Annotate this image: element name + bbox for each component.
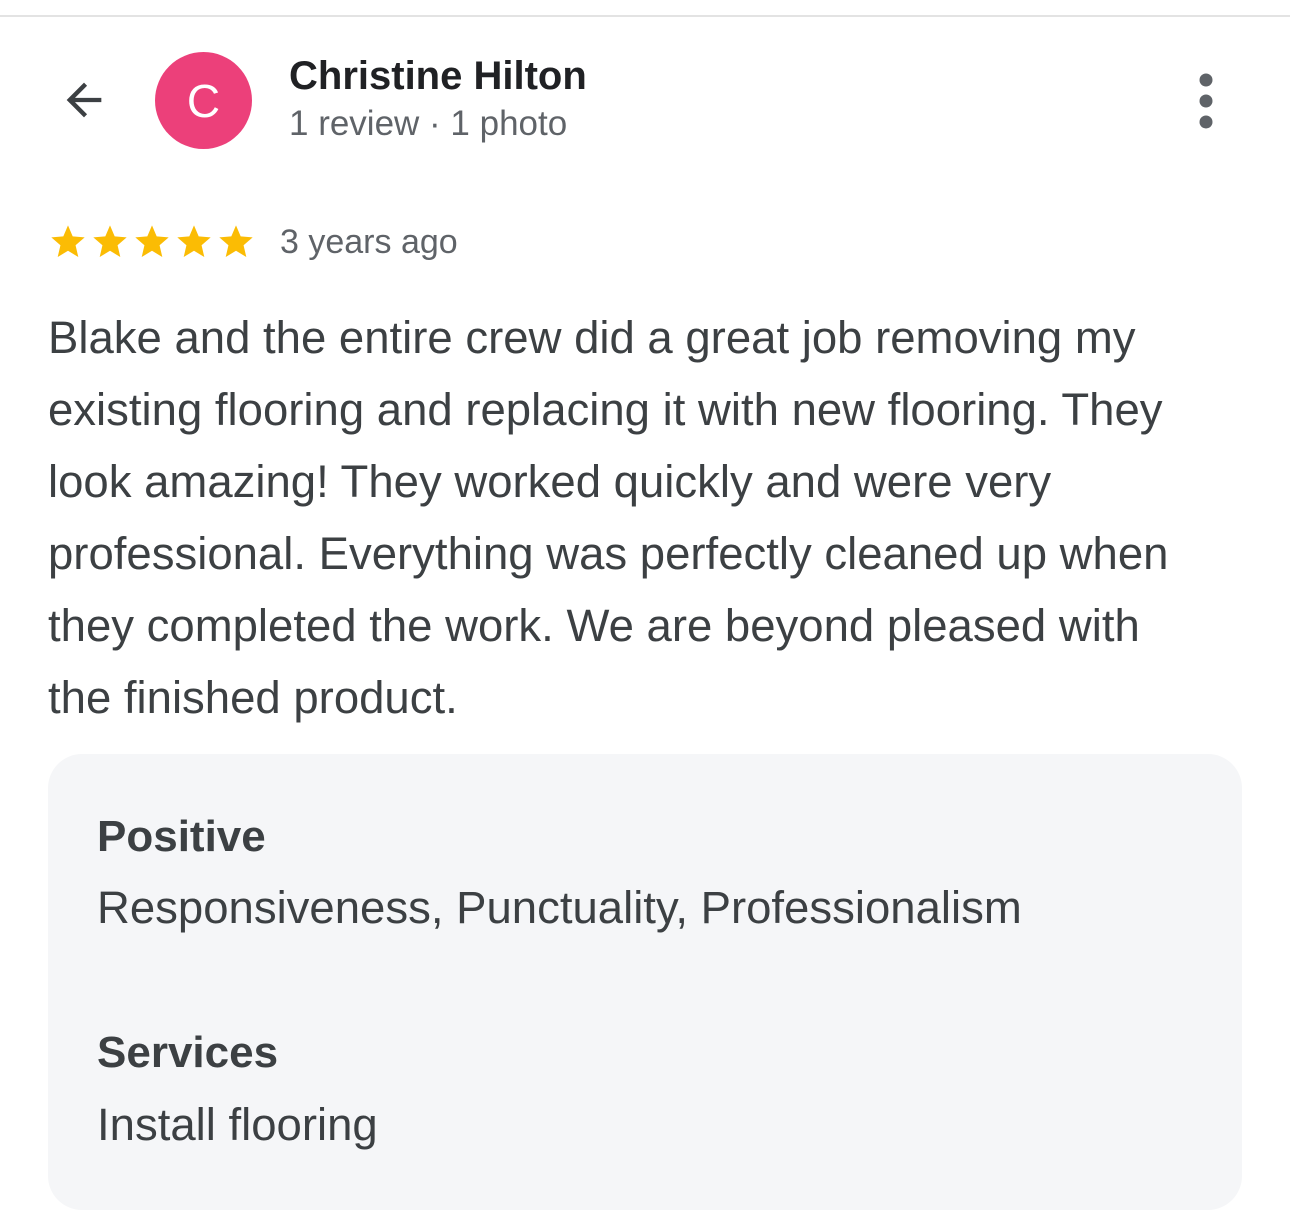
review-text-line: professional. Everything was perfectly c…: [48, 528, 1169, 579]
arrow-back-icon: [66, 82, 102, 118]
positive-heading: Positive: [97, 812, 266, 861]
review-text-line: existing flooring and replacing it with …: [48, 384, 1163, 435]
more-options-button[interactable]: [1176, 66, 1236, 136]
review-text-line: the finished product.: [48, 672, 458, 723]
star-icon: [93, 225, 127, 257]
top-divider: [0, 15, 1290, 17]
services-value: Install flooring: [97, 1099, 378, 1150]
review-header: C Christine Hilton 1 review · 1 photo: [0, 40, 1290, 160]
review-text: Blake and the entire crew did a great jo…: [48, 302, 1258, 734]
reviewer-stats: 1 review · 1 photo: [289, 104, 568, 143]
review-date: 3 years ago: [280, 222, 458, 261]
star-rating: [48, 222, 256, 262]
avatar-initial: C: [186, 74, 221, 127]
star-icon: [177, 225, 211, 257]
reviewer-name[interactable]: Christine Hilton: [289, 54, 587, 99]
avatar[interactable]: C: [155, 52, 252, 149]
star-icon: [51, 225, 85, 257]
services-heading: Services: [97, 1028, 279, 1077]
back-button[interactable]: [52, 68, 116, 132]
star-icon: [219, 225, 253, 257]
review-attributes-card: Positive Responsiveness, Punctuality, Pr…: [48, 754, 1242, 1210]
review-text-line: they completed the work. We are beyond p…: [48, 600, 1140, 651]
more-vert-icon: [1199, 73, 1213, 129]
review-text-line: look amazing! They worked quickly and we…: [48, 456, 1052, 507]
star-icon: [135, 225, 169, 257]
positive-value: Responsiveness, Punctuality, Professiona…: [97, 882, 1022, 933]
review-text-line: Blake and the entire crew did a great jo…: [48, 312, 1136, 363]
rating-row: 3 years ago: [48, 218, 458, 266]
